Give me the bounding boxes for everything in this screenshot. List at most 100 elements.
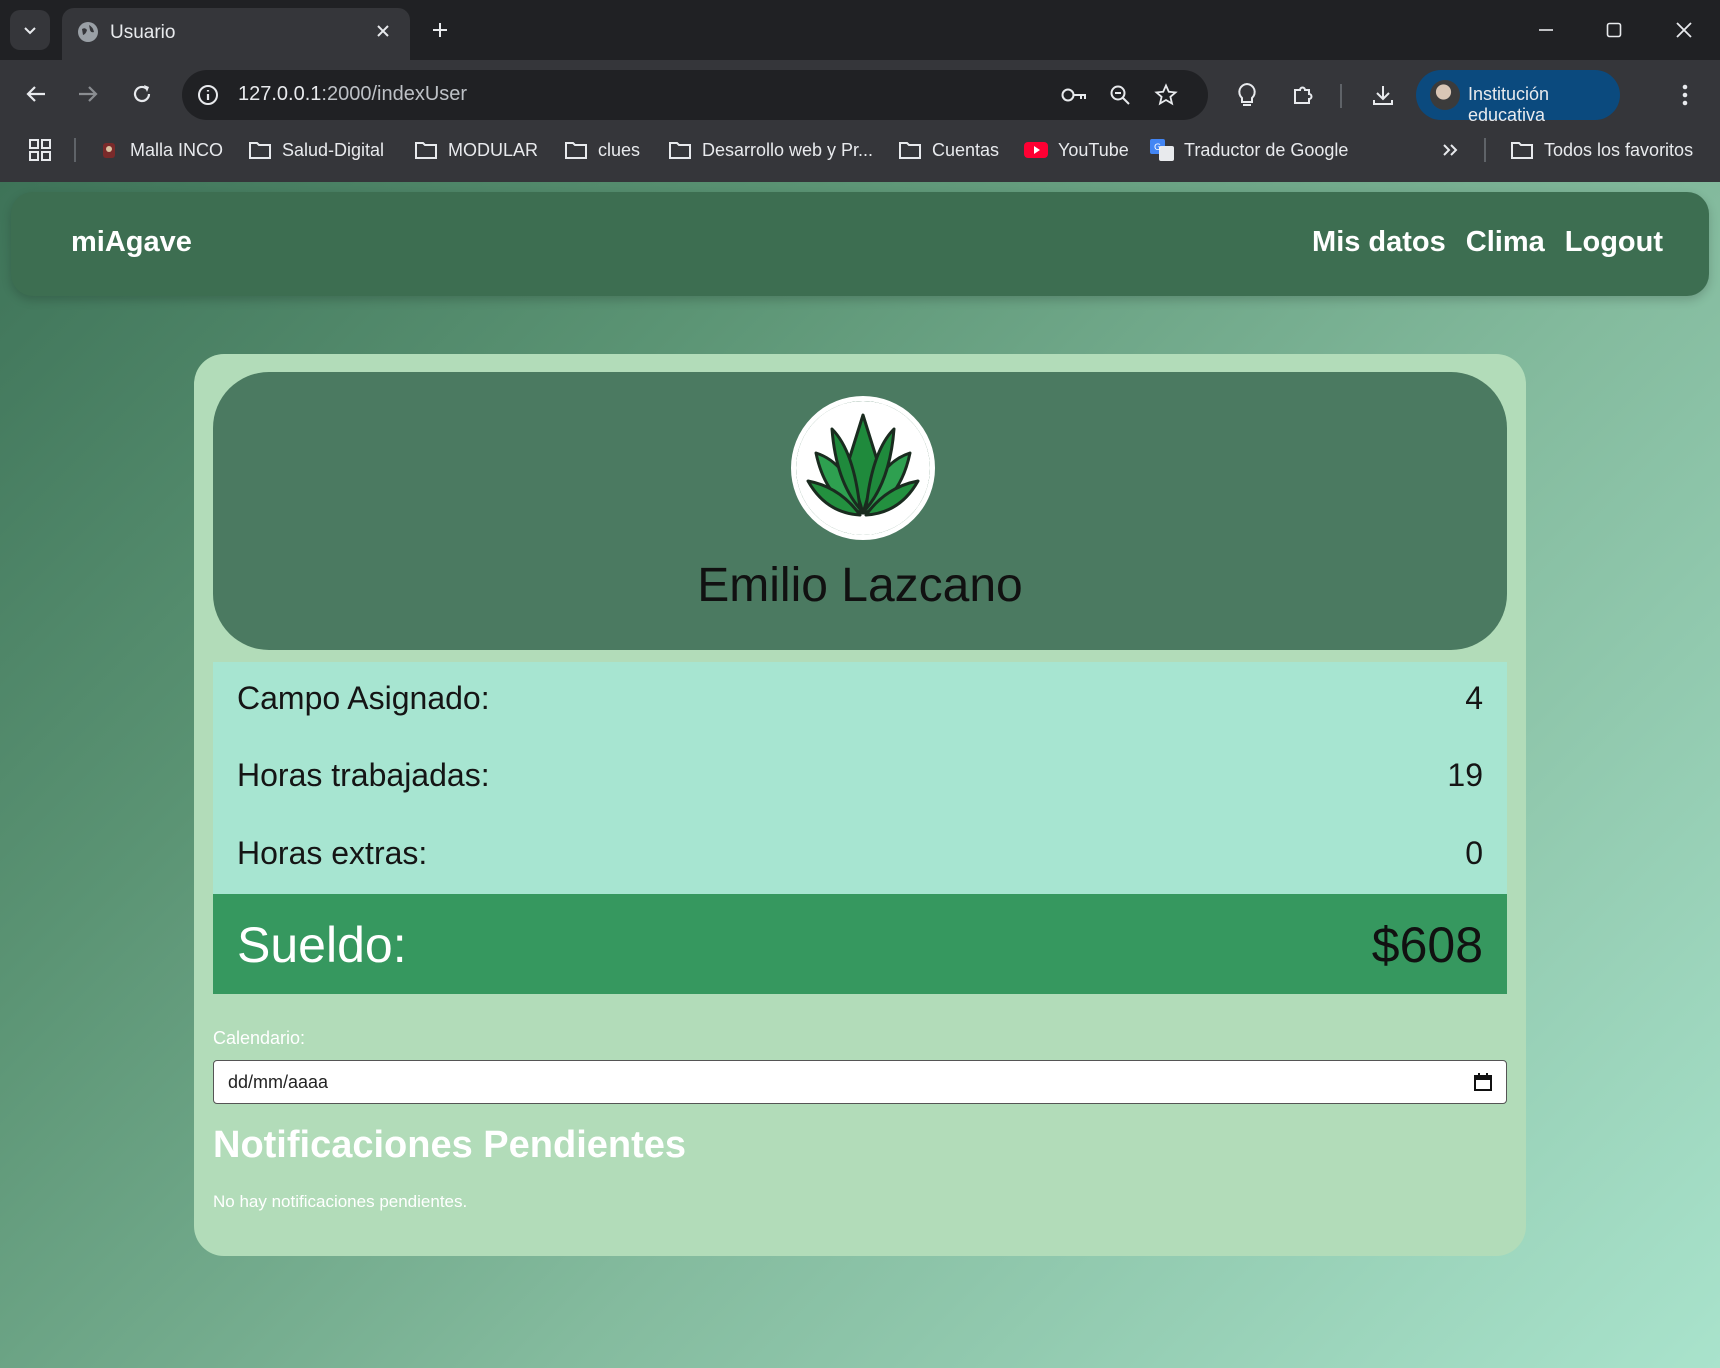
tab-close-button[interactable] — [370, 18, 396, 44]
stat-value: 0 — [1465, 835, 1483, 871]
avatar — [1430, 80, 1460, 110]
nav-logout-link[interactable]: Logout — [1565, 226, 1663, 259]
bookmark-clues[interactable]: clues — [564, 128, 640, 172]
star-icon — [1154, 83, 1178, 106]
reload-button[interactable] — [122, 74, 162, 114]
globe-icon — [78, 22, 98, 42]
site-navbar: miAgave Mis datos Clima Logout — [11, 192, 1709, 296]
browser-chrome: Usuario 127.0.0.1:2000/indexUser Institu… — [0, 0, 1720, 182]
bookmark-label: Salud-Digital — [282, 139, 385, 160]
profile-button[interactable]: Institución educativa — [1416, 70, 1620, 125]
apps-button[interactable] — [28, 128, 52, 172]
bookmark-desarrollo-web[interactable]: Desarrollo web y Pr... — [668, 128, 873, 172]
bookmark-cuentas[interactable]: Cuentas — [898, 128, 999, 172]
zoom-button[interactable] — [1104, 79, 1136, 111]
back-button[interactable] — [16, 74, 56, 114]
bookmark-label: clues — [598, 139, 641, 160]
minimize-button[interactable] — [1524, 12, 1568, 48]
arrow-right-icon — [79, 86, 98, 102]
minimize-icon — [1539, 29, 1553, 31]
new-tab-button[interactable] — [424, 14, 456, 46]
bookmark-malla-inco[interactable]: Malla INCO — [98, 128, 223, 172]
folder-icon — [249, 142, 271, 159]
date-placeholder: dd/mm/aaaa — [228, 1072, 329, 1092]
download-icon — [1373, 86, 1393, 105]
stat-label: Horas trabajadas: — [237, 757, 490, 793]
stat-row-horas-extras: Horas extras: 0 — [213, 817, 1507, 895]
forward-button[interactable] — [68, 74, 108, 114]
svg-text:G: G — [1154, 143, 1161, 153]
bookmarks-bar: Malla INCO Salud-Digital MODULAR clues D… — [0, 128, 1720, 172]
user-card: Emilio Lazcano Campo Asignado: 4 Horas t… — [194, 354, 1526, 1256]
zoom-out-icon — [1110, 85, 1130, 105]
all-bookmarks-button[interactable]: Todos los favoritos — [1510, 128, 1693, 172]
more-vertical-icon — [1682, 84, 1688, 106]
folder-icon — [899, 142, 921, 159]
salary-label: Sueldo: — [237, 917, 407, 973]
calendar-date-input[interactable]: dd/mm/aaaa — [213, 1060, 1507, 1104]
arrow-left-icon — [26, 86, 45, 102]
notifications-empty-text: No hay notificaciones pendientes. — [213, 1192, 468, 1211]
stat-value: 4 — [1465, 680, 1483, 716]
password-key-button[interactable] — [1058, 79, 1090, 111]
maximize-button[interactable] — [1592, 12, 1636, 48]
extensions-button[interactable] — [1286, 78, 1320, 112]
bookmark-label: MODULAR — [448, 139, 539, 160]
double-chevron-right-icon — [1443, 144, 1458, 156]
bookmark-label: Todos los favoritos — [1544, 139, 1694, 160]
notifications-title: Notificaciones Pendientes — [213, 1124, 687, 1166]
calendar-label: Calendario: — [213, 1028, 306, 1048]
google-translate-icon: G — [1150, 139, 1174, 161]
brand-link[interactable]: miAgave — [71, 226, 192, 259]
tab-search-button[interactable] — [10, 10, 50, 50]
bookmark-label: Desarrollo web y Pr... — [702, 139, 874, 160]
bookmark-label: Malla INCO — [130, 139, 224, 160]
calendar-icon[interactable] — [1472, 1071, 1494, 1093]
site-info-button[interactable] — [194, 81, 222, 109]
stats-panel: Campo Asignado: 4 Horas trabajadas: 19 H… — [213, 662, 1507, 894]
tab-title: Usuario — [110, 22, 176, 43]
toolbar-divider — [1340, 84, 1342, 108]
stat-value: 19 — [1447, 757, 1483, 793]
nav-clima-link[interactable]: Clima — [1466, 226, 1545, 259]
info-icon — [198, 85, 218, 105]
app-favicon-icon — [103, 143, 115, 158]
folder-icon — [415, 142, 437, 159]
bookmarks-divider — [1484, 138, 1486, 162]
folder-icon — [1511, 142, 1533, 159]
bookmark-modular[interactable]: MODULAR — [414, 128, 538, 172]
bookmark-salud-digital[interactable]: Salud-Digital — [248, 128, 384, 172]
salary-row: Sueldo: $608 — [213, 894, 1507, 994]
bookmark-google-translate[interactable]: G Traductor de Google — [1150, 128, 1348, 172]
bookmark-label: Cuentas — [932, 139, 1000, 160]
salary-value: $608 — [1371, 917, 1483, 973]
nav-links: Mis datos Clima Logout — [1312, 226, 1663, 259]
bookmarks-divider — [74, 138, 76, 162]
puzzle-icon — [1294, 86, 1313, 104]
folder-icon — [565, 142, 587, 159]
tab-strip: Usuario — [0, 0, 1720, 60]
downloads-button[interactable] — [1366, 78, 1400, 112]
key-icon — [1061, 88, 1086, 102]
menu-button[interactable] — [1668, 78, 1702, 112]
reload-icon — [133, 85, 151, 103]
close-window-button[interactable] — [1662, 12, 1706, 48]
nav-mis-datos-link[interactable]: Mis datos — [1312, 226, 1446, 259]
stat-label: Campo Asignado: — [237, 680, 490, 716]
youtube-icon — [1024, 142, 1048, 158]
bookmark-youtube[interactable]: YouTube — [1024, 128, 1129, 172]
close-icon — [377, 25, 389, 37]
bookmark-star-button[interactable] — [1150, 79, 1182, 111]
profile-label: Institución educativa — [1468, 84, 1550, 125]
agave-logo-icon — [791, 396, 935, 540]
address-bar[interactable]: 127.0.0.1:2000/indexUser — [182, 70, 1208, 120]
tab-usuario[interactable]: Usuario — [62, 8, 410, 60]
profile-header: Emilio Lazcano — [213, 372, 1507, 650]
lightbulb-icon — [1238, 82, 1256, 106]
bookmarks-overflow-button[interactable] — [1440, 128, 1460, 172]
url-text: 127.0.0.1:2000/indexUser — [238, 83, 468, 105]
apps-grid-icon — [29, 139, 51, 161]
bookmark-label: Traductor de Google — [1184, 139, 1349, 160]
maximize-icon — [1606, 22, 1622, 38]
extension-bulb-button[interactable] — [1230, 78, 1264, 112]
